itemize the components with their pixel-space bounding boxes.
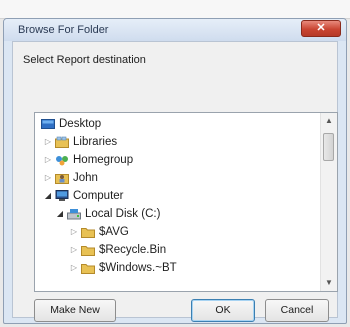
tree-item-john[interactable]: ▷ John bbox=[35, 169, 315, 187]
homegroup-icon bbox=[56, 156, 68, 166]
folder-tree[interactable]: Desktop ▷ Libraries ▷ Homegroup ▷ John ◢… bbox=[34, 112, 338, 292]
collapse-arrow-icon[interactable]: ◢ bbox=[55, 205, 65, 223]
cancel-button[interactable]: Cancel bbox=[265, 299, 329, 322]
libraries-icon bbox=[55, 136, 69, 148]
tree-item-label: $Windows.~BT bbox=[99, 262, 177, 274]
expand-arrow-icon[interactable]: ▷ bbox=[43, 151, 53, 169]
collapse-arrow-icon[interactable]: ◢ bbox=[43, 187, 53, 205]
tree-item-label: $Recycle.Bin bbox=[99, 244, 167, 256]
dialog-body: Select Report destination Desktop ▷ Libr… bbox=[12, 41, 338, 322]
ok-button[interactable]: OK bbox=[191, 299, 255, 322]
tree-item-homegroup[interactable]: ▷ Homegroup bbox=[35, 151, 315, 169]
close-icon: ✕ bbox=[316, 22, 326, 34]
tree-item-label: John bbox=[73, 172, 98, 184]
expand-arrow-icon[interactable]: ▷ bbox=[43, 133, 53, 151]
scroll-down-arrow-icon[interactable]: ▼ bbox=[321, 275, 337, 291]
tree-item-label: Desktop bbox=[59, 118, 102, 130]
close-button[interactable]: ✕ bbox=[301, 20, 341, 37]
user-folder-icon bbox=[55, 174, 69, 184]
title-bar[interactable]: Browse For Folder ✕ bbox=[4, 19, 346, 41]
browse-for-folder-dialog: Browse For Folder ✕ Select Report destin… bbox=[3, 18, 347, 324]
dialog-title: Browse For Folder bbox=[18, 24, 109, 36]
make-new-folder-button[interactable]: Make New Folder bbox=[34, 299, 116, 322]
tree-item-label: Homegroup bbox=[73, 154, 134, 166]
dialog-prompt: Select Report destination bbox=[23, 54, 146, 66]
scroll-thumb[interactable] bbox=[323, 133, 334, 161]
background-strip bbox=[0, 0, 350, 19]
drive-icon bbox=[67, 209, 81, 220]
tree-item-computer[interactable]: ◢ Computer bbox=[35, 187, 315, 205]
tree-item-libraries[interactable]: ▷ Libraries bbox=[35, 133, 315, 151]
expand-arrow-icon[interactable]: ▷ bbox=[69, 259, 79, 277]
tree-item-label: Computer bbox=[73, 190, 124, 202]
desktop-icon bbox=[41, 119, 55, 129]
tree-item-label: Libraries bbox=[73, 136, 118, 148]
tree-item-desktop[interactable]: Desktop bbox=[35, 115, 315, 133]
tree-item-label: Local Disk (C:) bbox=[85, 208, 161, 220]
scroll-up-arrow-icon[interactable]: ▲ bbox=[321, 113, 337, 129]
expand-arrow-icon[interactable]: ▷ bbox=[43, 169, 53, 187]
expand-arrow-icon[interactable]: ▷ bbox=[69, 241, 79, 259]
tree-item-label: $AVG bbox=[99, 226, 129, 238]
tree-item-avg[interactable]: ▷ $AVG bbox=[35, 223, 315, 241]
folder-icon bbox=[81, 246, 95, 256]
tree-item-local-disk[interactable]: ◢ Local Disk (C:) bbox=[35, 205, 315, 223]
computer-icon bbox=[55, 190, 69, 201]
folder-icon bbox=[81, 228, 95, 238]
tree-item-recycle-bin[interactable]: ▷ $Recycle.Bin bbox=[35, 241, 315, 259]
expand-arrow-icon[interactable]: ▷ bbox=[69, 223, 79, 241]
tree-item-windows-bt[interactable]: ▷ $Windows.~BT bbox=[35, 259, 315, 277]
vertical-scrollbar[interactable]: ▲ ▼ bbox=[320, 113, 337, 291]
folder-icon bbox=[81, 264, 95, 274]
